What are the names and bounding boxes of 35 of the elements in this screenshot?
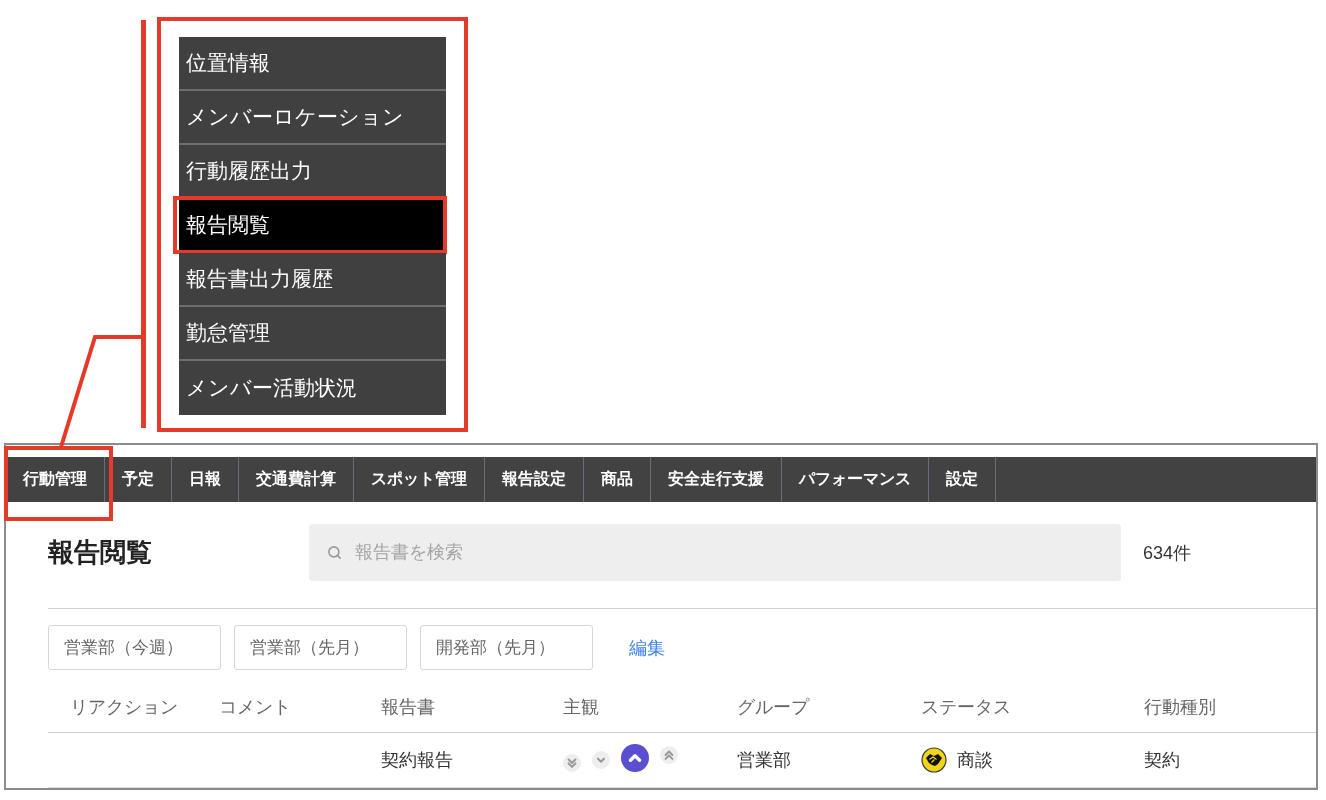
nav-tab[interactable]: 交通費計算 <box>239 457 354 502</box>
status-label: 商談 <box>957 749 993 772</box>
chevron-down-icon[interactable] <box>592 751 610 769</box>
edit-link[interactable]: 編集 <box>629 635 665 660</box>
nav-tab[interactable]: パフォーマンス <box>782 457 929 502</box>
chevron-up-icon[interactable] <box>621 744 649 772</box>
nav-tab[interactable]: 日報 <box>172 457 239 502</box>
nav-tab[interactable]: 行動管理 <box>6 457 105 502</box>
filter-chip[interactable]: 開発部（先月） <box>420 625 593 670</box>
handshake-icon <box>921 747 947 773</box>
column-header: 主観 <box>563 695 599 719</box>
nav-tab[interactable]: 設定 <box>929 457 996 502</box>
filter-chip[interactable]: 営業部（先月） <box>234 625 407 670</box>
page-title: 報告閲覧 <box>48 536 152 569</box>
column-header: 行動種別 <box>1144 695 1216 719</box>
report-name: 契約報告 <box>381 749 453 772</box>
nav-tab[interactable]: 報告設定 <box>485 457 584 502</box>
group-name: 営業部 <box>737 749 791 772</box>
filter-chip[interactable]: 営業部（今週） <box>48 625 221 670</box>
column-header: リアクション <box>70 695 178 719</box>
double-chevron-down-icon[interactable] <box>563 754 581 772</box>
search-icon <box>327 545 342 560</box>
nav-tab[interactable]: 予定 <box>105 457 172 502</box>
column-header: ステータス <box>921 695 1011 719</box>
menu-item[interactable]: 報告書出力履歴 <box>179 253 446 307</box>
nav-tab[interactable]: スポット管理 <box>354 457 485 502</box>
column-header: コメント <box>219 695 291 719</box>
search-field[interactable]: 報告書を検索 <box>309 524 1121 581</box>
column-header: 報告書 <box>381 695 435 719</box>
double-chevron-up-icon[interactable] <box>660 746 678 764</box>
nav-tab[interactable]: 商品 <box>584 457 651 502</box>
column-header: グループ <box>737 695 809 719</box>
action-type: 契約 <box>1144 749 1180 772</box>
nav-tab[interactable]: 安全走行支援 <box>651 457 782 502</box>
result-count: 634件 <box>1143 541 1192 565</box>
